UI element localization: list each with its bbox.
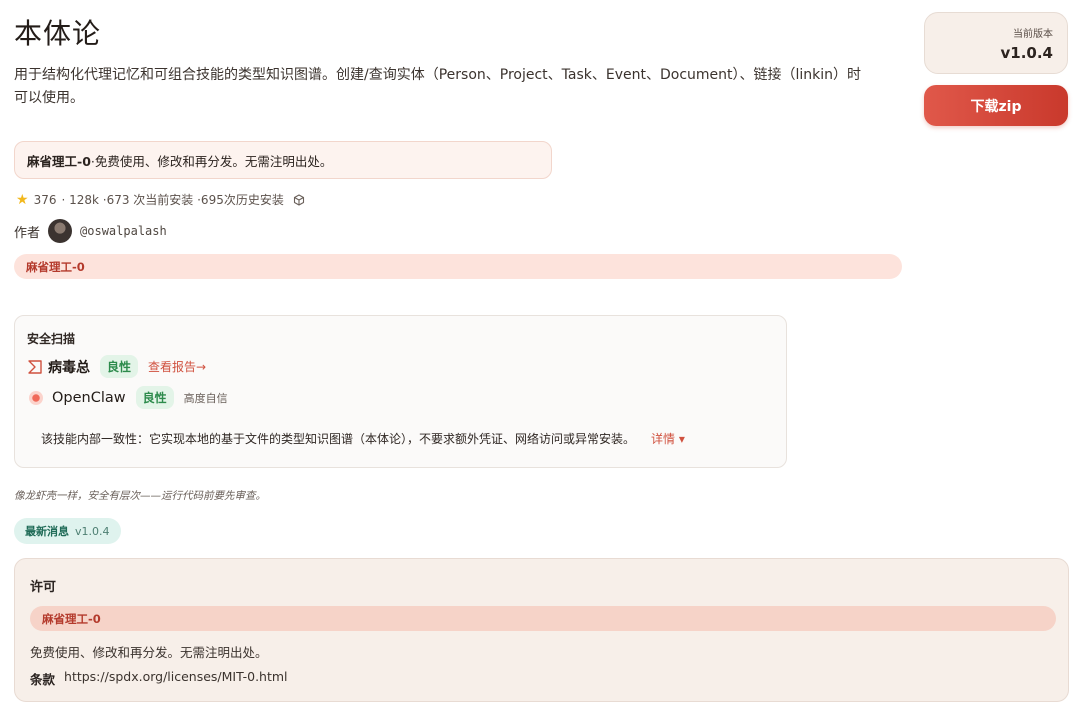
cube-icon[interactable] <box>293 193 305 206</box>
license-notice-text: ·免费使用、修改和再分发。无需注明出处。 <box>90 153 333 169</box>
latest-news-pill[interactable]: 最新消息 v1.0.4 <box>14 518 121 544</box>
page-description: 用于结构化代理记忆和可组合技能的类型知识图谱。创建/查询实体（Person、Pr… <box>14 67 862 106</box>
openclaw-icon <box>29 390 43 405</box>
page-title: 本体论 <box>14 17 102 50</box>
security-scan-card: 安全扫描 病毒总 良性 查看报告→ OpenClaw 良性 高度自信 该技能内部… <box>14 315 787 468</box>
license-card: 许可 麻省理工-0 免费使用、修改和再分发。无需注明出处。 条款 https:/… <box>14 558 1069 702</box>
terms-label: 条款 <box>30 672 56 687</box>
star-icon: ★ <box>16 191 29 208</box>
news-label: 最新消息 <box>25 525 69 538</box>
author-label: 作者 <box>14 225 41 241</box>
scanner-row-virustotal: 病毒总 良性 查看报告→ <box>27 355 206 378</box>
scanner-row-openclaw: OpenClaw 良性 高度自信 <box>27 386 228 409</box>
stars-count: 376 <box>33 192 57 207</box>
stats-text: · 128k ·673 次当前安装 ·695次历史安装 <box>61 193 284 207</box>
version-card: 当前版本 v1.0.4 <box>924 12 1068 74</box>
news-version: v1.0.4 <box>75 524 110 538</box>
terms-link[interactable]: https://spdx.org/licenses/MIT-0.html <box>64 669 288 688</box>
security-scan-title: 安全扫描 <box>27 332 76 346</box>
stats-row: ★ 376 · 128k ·673 次当前安装 ·695次历史安装 <box>16 191 305 208</box>
version-label: 当前版本 <box>1013 29 1053 40</box>
scan-footnote: 像龙虾壳一样，安全有层次——运行代码前要先审查。 <box>14 490 266 502</box>
scan-summary-text: 该技能内部一致性：它实现本地的基于文件的类型知识图谱（本体论），不要求额外凭证、… <box>41 432 636 446</box>
download-zip-button[interactable]: 下载zip <box>924 85 1068 126</box>
scanner-name: OpenClaw <box>52 389 126 406</box>
verdict-badge: 良性 <box>135 386 174 409</box>
license-card-title: 许可 <box>30 580 57 595</box>
scanner-name: 病毒总 <box>48 359 90 376</box>
details-toggle[interactable]: 详情 ▾ <box>651 430 685 447</box>
scan-summary: 该技能内部一致性：它实现本地的基于文件的类型知识图谱（本体论），不要求额外凭证、… <box>41 430 685 447</box>
view-report-link[interactable]: 查看报告→ <box>148 358 206 375</box>
confidence-label: 高度自信 <box>183 391 228 405</box>
virustotal-icon <box>28 359 42 374</box>
license-card-text: 免费使用、修改和再分发。无需注明出处。 <box>30 645 268 660</box>
license-card-name: 麻省理工-0 <box>30 606 1056 631</box>
license-terms: 条款 https://spdx.org/licenses/MIT-0.html <box>30 669 288 688</box>
verdict-badge: 良性 <box>100 355 139 378</box>
author-row: 作者 @oswalpalash <box>14 219 167 243</box>
license-notice-name: 麻省理工-0 <box>27 153 91 169</box>
license-tag: 麻省理工-0 <box>14 254 902 279</box>
license-notice: 麻省理工-0 ·免费使用、修改和再分发。无需注明出处。 <box>14 141 552 179</box>
version-value: v1.0.4 <box>1000 44 1054 62</box>
author-handle[interactable]: @oswalpalash <box>80 224 167 238</box>
avatar[interactable] <box>48 219 73 243</box>
